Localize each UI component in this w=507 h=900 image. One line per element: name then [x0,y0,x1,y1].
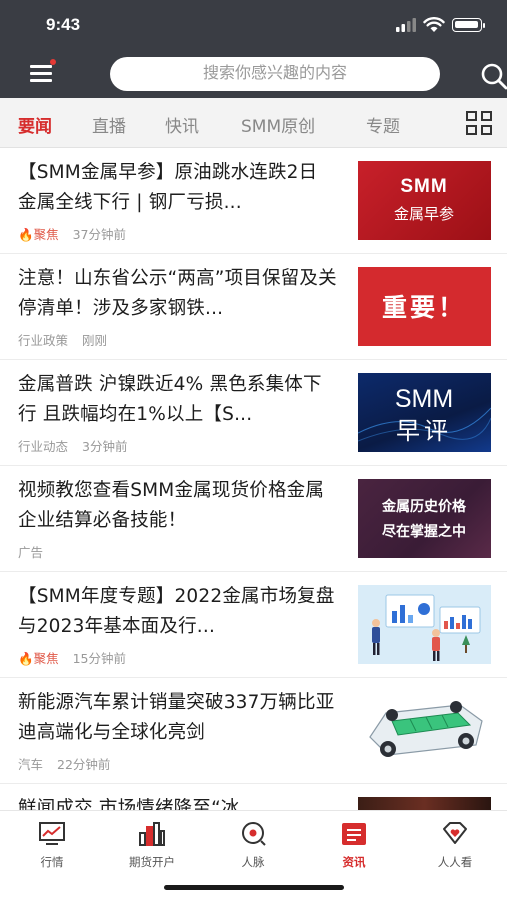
battery-icon [452,18,485,32]
trend-chart-icon [39,822,65,845]
status-bar: 9:43 [0,0,507,50]
news-item[interactable]: 鲜闻成交 市场情绪降至“冰 [0,784,507,810]
search-input[interactable] [110,57,440,91]
news-thumbnail: 重要！ [358,267,491,346]
news-item[interactable]: 【SMM年度专题】2022金属市场复盘与2023年基本面及行... 🔥聚焦 15… [0,572,507,678]
news-tag: 🔥聚焦 [18,227,59,242]
news-title: 视频教您查看SMM金属现货价格金属企业结算必备技能！ [18,480,325,531]
news-tag: 汽车 [18,757,44,772]
thumb-text-1: SMM [400,176,447,197]
wifi-icon [423,17,445,32]
news-thumbnail [358,691,491,770]
diamond-heart-icon [443,822,467,844]
notification-dot [50,59,56,65]
news-time: 刚刚 [82,333,108,348]
news-icon [342,823,366,845]
news-tag: 广告 [18,545,44,560]
search-icon[interactable] [479,61,507,91]
news-title: 鲜闻成交 市场情绪降至“冰 [18,798,240,810]
grid-icon[interactable] [466,111,492,135]
nav-hangqing[interactable]: 行情 [12,821,92,871]
thumb-text-1: 金属历史价格 [381,498,467,515]
signal-icon [396,18,416,32]
thumb-text-2: 金属早参 [394,205,454,223]
news-thumbnail: 金属历史价格 尽在掌握之中 [358,479,491,558]
thumb-text-1: 重要！ [382,293,466,322]
news-title: 注意！山东省公示“两高”项目保留及关停清单！涉及多家钢铁... [18,268,337,319]
fire-icon: 🔥 [18,227,34,242]
news-thumbnail [358,585,491,664]
news-item[interactable]: 注意！山东省公示“两高”项目保留及关停清单！涉及多家钢铁... 行业政策 刚刚 … [0,254,507,360]
tab-yaowen[interactable]: 要闻 [18,112,52,137]
news-time: 3分钟前 [82,439,128,454]
news-title: 【SMM金属早参】原油跳水连跌2日 金属全线下行 | 钢厂亏损... [18,162,318,213]
contacts-icon [242,822,266,846]
home-indicator [164,885,344,890]
news-tag: 行业动态 [18,439,69,454]
status-time: 9:43 [46,15,81,34]
news-tag: 行业政策 [18,333,69,348]
news-meta: 🔥聚焦 15分钟前 [18,648,126,667]
news-meta: 行业政策 刚刚 [18,330,107,349]
news-item[interactable]: 金属普跌 沪镍跌近4% 黑色系集体下行 且跌幅均在1%以上【S... 行业动态 … [0,360,507,466]
news-thumbnail: SMM 金属早参 [358,161,491,240]
nav-label: 期货开户 [129,855,175,869]
tab-kuaixun[interactable]: 快讯 [165,112,199,137]
news-title: 新能源汽车累计销量突破337万辆比亚迪高端化与全球化亮剑 [18,692,335,743]
tab-smm-original[interactable]: SMM原创 [241,112,315,137]
category-tabs: 要闻 直播 快讯 SMM原创 专题 行 [0,98,507,148]
tab-zhibo[interactable]: 直播 [92,112,126,137]
news-time: 37分钟前 [72,227,126,242]
news-time: 22分钟前 [57,757,111,772]
nav-renmai[interactable]: 人脉 [213,821,293,871]
thumb-text-2: 尽在掌握之中 [382,523,466,540]
news-meta: 广告 [18,542,53,561]
nav-label: 人人看 [437,855,473,869]
nav-label: 行情 [40,855,64,869]
news-item[interactable]: 【SMM金属早参】原油跳水连跌2日 金属全线下行 | 钢厂亏损... 🔥聚焦 3… [0,148,507,254]
nav-label: 资讯 [342,855,366,869]
thumb-text-2: 早评 [396,417,452,445]
news-title: 金属普跌 沪镍跌近4% 黑色系集体下行 且跌幅均在1%以上【S... [18,374,322,425]
news-meta: 🔥聚焦 37分钟前 [18,224,126,243]
app-header: 9:43 [0,0,507,98]
fire-icon: 🔥 [18,651,34,666]
news-tag: 🔥聚焦 [18,651,59,666]
news-thumbnail: SMM 早评 [358,373,491,452]
news-thumbnail [358,797,491,810]
news-time: 15分钟前 [72,651,126,666]
news-meta: 汽车 22分钟前 [18,754,110,773]
bar-chart-icon [139,822,165,846]
thumb-text-1: SMM [395,385,453,413]
news-title: 【SMM年度专题】2022金属市场复盘与2023年基本面及行... [18,586,335,637]
news-feed: 【SMM金属早参】原油跳水连跌2日 金属全线下行 | 钢厂亏损... 🔥聚焦 3… [0,148,507,810]
nav-zixun[interactable]: 资讯 [314,821,394,871]
news-item[interactable]: 视频教您查看SMM金属现货价格金属企业结算必备技能！ 广告 金属历史价格 尽在掌… [0,466,507,572]
nav-futures-account[interactable]: 期货开户 [112,821,192,871]
nav-renrenkan[interactable]: 人人看 [415,821,495,871]
nav-label: 人脉 [241,855,265,869]
tab-zhuanti[interactable]: 专题 [366,112,400,137]
news-meta: 行业动态 3分钟前 [18,436,127,455]
news-item[interactable]: 新能源汽车累计销量突破337万辆比亚迪高端化与全球化亮剑 汽车 22分钟前 [0,678,507,784]
menu-button[interactable] [28,59,56,86]
